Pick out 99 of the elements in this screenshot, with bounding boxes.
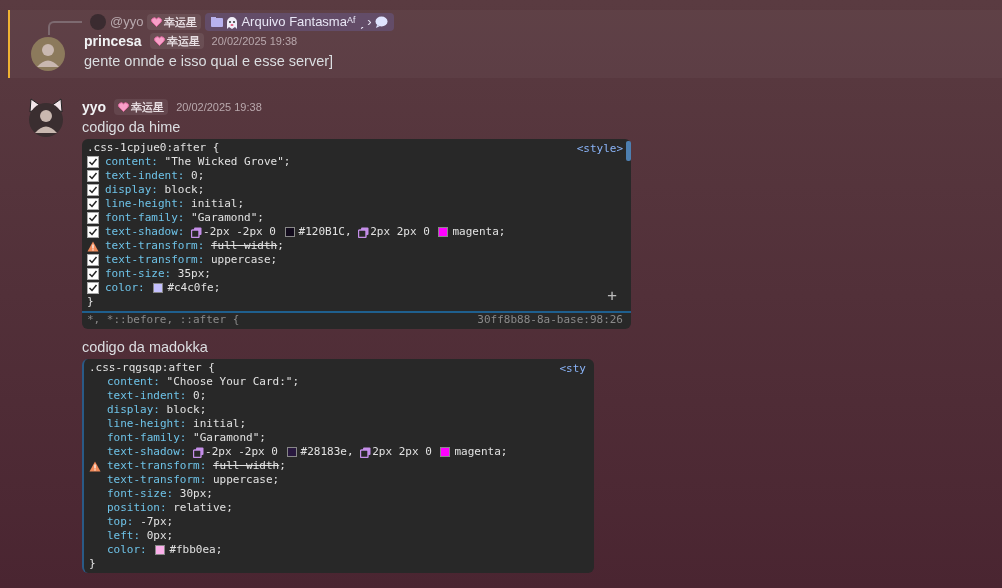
css-value: block; [164, 183, 205, 197]
message-text: gente onnde e isso qual e esse server] [84, 52, 335, 71]
css-property: top: [107, 515, 134, 529]
avatar [90, 14, 106, 30]
shadow-icon [360, 446, 372, 458]
message-text: codigo da hime [82, 118, 182, 137]
role-tag-text: 幸运星 [166, 33, 200, 49]
css-value: #28183e, [300, 445, 354, 459]
css-property: font-size: [107, 487, 174, 501]
snippet-text: Arquivo Fantasmaᴬᶠ ˏ › [241, 13, 372, 32]
css-property: display: [105, 183, 158, 197]
css-property: font-size: [105, 267, 172, 281]
css-value: 2px 2px 0 [370, 225, 430, 239]
css-value: 2px 2px 0 [372, 445, 432, 459]
css-value: "Choose Your Card:"; [166, 375, 300, 389]
css-value: magenta; [454, 445, 508, 459]
css-property: position: [107, 501, 167, 515]
shadow-icon [191, 226, 203, 238]
css-property: text-shadow: [105, 225, 185, 239]
checkbox[interactable] [87, 156, 99, 168]
username[interactable]: princesa [84, 30, 142, 52]
heart-icon [151, 17, 163, 27]
css-property: text-transform: [107, 473, 207, 487]
css-value: full width [212, 459, 280, 473]
css-property: line-height: [105, 197, 185, 211]
folder-icon [211, 17, 224, 27]
css-value: -7px; [140, 515, 174, 529]
css-property: line-height: [107, 417, 187, 431]
source-link[interactable]: <style> [576, 142, 623, 156]
checkbox[interactable] [87, 170, 99, 182]
source-link[interactable]: <sty [559, 362, 586, 376]
checkbox[interactable] [87, 282, 99, 294]
chat-bubble-icon [374, 16, 388, 28]
css-value: "The Wicked Grove"; [164, 155, 291, 169]
checkbox[interactable] [87, 184, 99, 196]
checkbox[interactable] [87, 254, 99, 266]
checkbox[interactable] [87, 212, 99, 224]
css-property: display: [107, 403, 160, 417]
css-property: font-family: [107, 431, 187, 445]
css-value: "Garamond"; [191, 211, 264, 225]
role-tag-text: 幸运星 [131, 99, 165, 115]
css-property: text-transform: [107, 459, 207, 473]
css-value: "Garamond"; [193, 431, 266, 445]
reply-connector [48, 21, 82, 35]
css-property: content: [107, 375, 160, 389]
css-brace: } [87, 295, 94, 309]
username[interactable]: yyo [82, 96, 107, 118]
shadow-icon [193, 446, 205, 458]
css-value: uppercase; [212, 473, 280, 487]
css-value: block; [166, 403, 207, 417]
avatar [26, 98, 66, 138]
shadow-icon [358, 226, 370, 238]
css-property: text-transform: [105, 253, 205, 267]
css-property: left: [107, 529, 141, 543]
checkbox[interactable] [87, 226, 99, 238]
css-value: 30px; [179, 487, 213, 501]
css-property: color: [107, 543, 147, 557]
source-link[interactable]: 30ff8b88-8a-base:98:26 [477, 313, 623, 327]
css-value: 0; [191, 169, 205, 183]
css-value: initial; [191, 197, 245, 211]
css-value: 35px; [177, 267, 211, 281]
role-tag-text: 幸运星 [164, 14, 198, 30]
heart-icon [153, 36, 165, 46]
css-property: content: [105, 155, 158, 169]
css-value: ; [279, 459, 286, 473]
checkbox[interactable] [87, 198, 99, 210]
timestamp: 20/02/2025 19:38 [176, 99, 262, 115]
css-value: magenta; [452, 225, 506, 239]
css-value: -2px -2px 0 [203, 225, 276, 239]
reply-author[interactable]: @yyo [110, 12, 144, 32]
css-selector: *, *::before, ::after { [87, 313, 240, 327]
add-button[interactable]: + [607, 289, 617, 303]
css-property: text-transform: [105, 239, 205, 253]
css-value: full width [210, 239, 278, 253]
css-value: relative; [173, 501, 233, 515]
css-property: text-indent: [105, 169, 185, 183]
css-selector: .css-1cpjue0:after { [87, 141, 220, 155]
timestamp: 20/02/2025 19:38 [211, 33, 298, 49]
message-snippet[interactable]: Arquivo Fantasmaᴬᶠ ˏ › [205, 13, 394, 31]
scrollbar[interactable] [626, 141, 631, 161]
css-value: initial; [193, 417, 247, 431]
css-value: #120B1C, [298, 225, 352, 239]
css-value: ; [277, 239, 284, 253]
css-selector: .css-rqgsqp:after { [89, 361, 215, 375]
css-value: -2px -2px 0 [205, 445, 278, 459]
css-property: text-shadow: [107, 445, 187, 459]
css-value: #c4c0fe; [167, 281, 221, 295]
css-brace: } [89, 557, 96, 571]
css-value: 0px; [146, 529, 174, 543]
message-text: codigo da madokka [82, 338, 209, 357]
css-property: color: [105, 281, 145, 295]
css-value: #fbb0ea; [169, 543, 223, 557]
css-property: font-family: [105, 211, 185, 225]
heart-icon [118, 102, 130, 112]
css-property: text-indent: [107, 389, 187, 403]
checkbox[interactable] [87, 268, 99, 280]
css-value: 0; [193, 389, 207, 403]
ghost-icon [226, 15, 239, 29]
css-value: uppercase; [210, 253, 278, 267]
